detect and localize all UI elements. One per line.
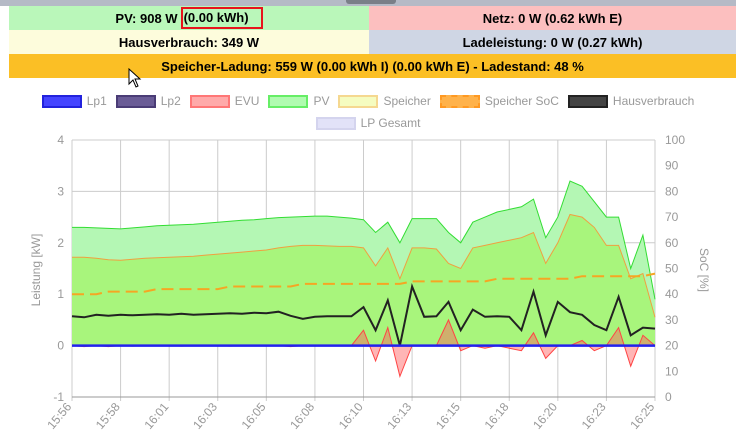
x-tick-label: 16:18 <box>482 400 512 432</box>
y2-tick-label: 60 <box>665 236 679 250</box>
x-tick-label: 16:05 <box>239 400 269 432</box>
x-tick-label: 15:58 <box>93 400 123 432</box>
x-tick-label: 16:15 <box>433 400 463 432</box>
y-tick-label: 0 <box>57 339 64 353</box>
y-axis-label: Leistung [kW] <box>29 234 43 307</box>
y2-tick-label: 0 <box>665 390 672 404</box>
y2-tick-label: 70 <box>665 210 679 224</box>
y2-tick-label: 90 <box>665 159 679 173</box>
x-tick-label: 16:23 <box>579 400 609 432</box>
x-tick-label: 16:10 <box>336 400 366 432</box>
y-tick-label: 2 <box>57 236 64 250</box>
y2-tick-label: 30 <box>665 313 679 327</box>
x-tick-label: 16:01 <box>141 400 171 432</box>
power-chart: 43210-1100908070605040302010015:56 15:58 1… <box>29 133 711 432</box>
x-tick-label: 16:13 <box>384 400 414 432</box>
x-tick-label: 16:08 <box>287 400 317 432</box>
y-tick-label: 3 <box>57 184 64 198</box>
y2-tick-label: 40 <box>665 287 679 301</box>
x-tick-label: 16:03 <box>190 400 220 432</box>
x-tick-label: 16:25 <box>627 400 657 432</box>
x-tick-label: 16:20 <box>530 400 560 432</box>
x-tick-label: 15:56 <box>44 400 74 432</box>
y-tick-label: 4 <box>57 133 64 147</box>
y2-tick-label: 80 <box>665 184 679 198</box>
mouse-cursor-icon <box>128 68 142 88</box>
y2-tick-label: 50 <box>665 262 679 276</box>
y2-tick-label: 20 <box>665 339 679 353</box>
y2-tick-label: 10 <box>665 364 679 378</box>
y2-tick-label: 100 <box>665 133 685 147</box>
y2-axis-label: SoC [%] <box>697 248 711 292</box>
y-tick-label: 1 <box>57 287 64 301</box>
